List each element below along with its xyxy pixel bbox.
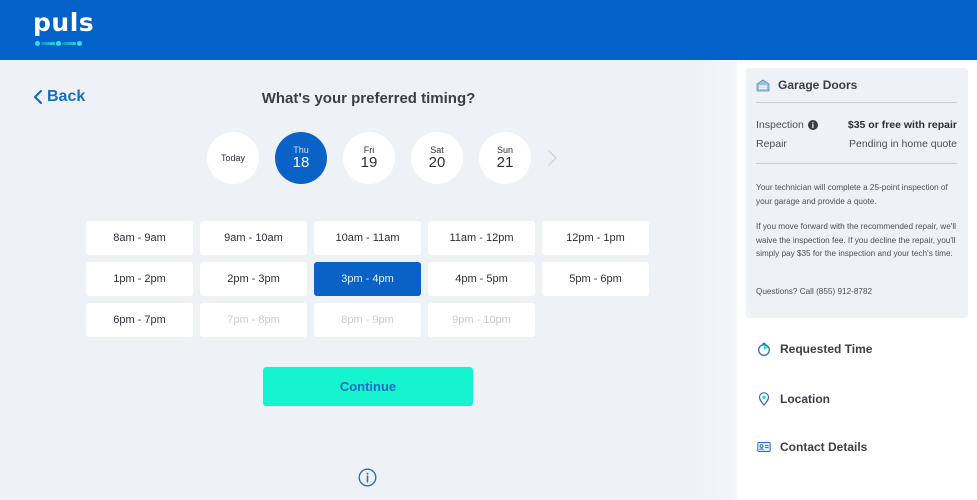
- time-slot[interactable]: 12pm - 1pm: [542, 221, 649, 255]
- time-slot[interactable]: 2pm - 3pm: [200, 262, 307, 296]
- time-slot[interactable]: 10am - 11am: [314, 221, 421, 255]
- description-paragraph: Your technician will complete a 25-point…: [756, 183, 948, 206]
- day-label: Today: [220, 153, 246, 163]
- step-requested-time[interactable]: Requested Time: [757, 342, 872, 356]
- day-sun-21[interactable]: Sun 21: [479, 132, 531, 184]
- location-pin-icon: [758, 392, 770, 406]
- logo-dots-decoration: [35, 41, 83, 46]
- step-label: Requested Time: [780, 342, 873, 356]
- booking-summary-sidebar: Garage Doors Inspection i $35 or free wi…: [737, 60, 977, 500]
- divider: [756, 102, 957, 103]
- inspection-value: $35 or free with repair: [847, 119, 957, 131]
- main-edge-fade: [690, 60, 737, 500]
- divider: [756, 163, 957, 164]
- day-fri-19[interactable]: Fri 19: [343, 132, 395, 184]
- day-sat-20[interactable]: Sat 20: [411, 132, 463, 184]
- day-today[interactable]: Today: [207, 132, 259, 184]
- time-slot[interactable]: 1pm - 2pm: [86, 262, 193, 296]
- service-title: Garage Doors: [778, 78, 858, 92]
- day-number: 18: [292, 154, 310, 171]
- time-slot-disabled: 8pm - 9pm: [314, 303, 421, 337]
- phone-contact-text: Questions? Call (855) 912-8782: [756, 287, 873, 296]
- time-slot[interactable]: 11am - 12pm: [428, 221, 535, 255]
- day-number: 20: [428, 154, 446, 171]
- time-slot[interactable]: 9am - 10am: [200, 221, 307, 255]
- repair-row: Repair Pending in home quote: [756, 138, 957, 150]
- step-label: Contact Details: [780, 440, 868, 454]
- logo[interactable]: puls: [33, 8, 94, 37]
- time-slot-selected[interactable]: 3pm - 4pm: [314, 262, 421, 296]
- day-number: 21: [496, 154, 514, 171]
- inspection-row: Inspection i $35 or free with repair: [756, 119, 957, 131]
- chevron-right-icon[interactable]: [545, 149, 559, 167]
- step-contact-details[interactable]: Contact Details: [757, 440, 867, 454]
- day-number: 19: [360, 154, 378, 171]
- time-slot-disabled: 9pm - 10pm: [428, 303, 535, 337]
- day-thu-18[interactable]: Thu 18: [275, 132, 327, 184]
- inspection-label: Inspection: [756, 119, 804, 131]
- info-circle-icon[interactable]: [358, 468, 377, 487]
- time-slot-grid: 8am - 9am 9am - 10am 10am - 11am 11am - …: [86, 221, 649, 337]
- service-header: Garage Doors: [756, 78, 857, 92]
- info-icon[interactable]: i: [807, 120, 818, 130]
- time-slot[interactable]: 5pm - 6pm: [542, 262, 649, 296]
- description-paragraph: If you move forward with the recommended…: [756, 222, 956, 258]
- time-slot[interactable]: 4pm - 5pm: [428, 262, 535, 296]
- repair-value: Pending in home quote: [849, 138, 957, 150]
- step-location[interactable]: Location: [757, 392, 830, 406]
- repair-label: Repair: [756, 138, 787, 150]
- day-picker: Today Thu 18 Fri 19 Sat 20 Sun 21: [207, 132, 531, 184]
- stopwatch-icon: [758, 342, 770, 356]
- page-title: What's your preferred timing?: [261, 90, 476, 107]
- time-slot-disabled: 7pm - 8pm: [200, 303, 307, 337]
- top-bar: puls: [0, 0, 977, 60]
- step-label: Location: [780, 392, 830, 406]
- time-slot[interactable]: 6pm - 7pm: [86, 303, 193, 337]
- service-card: Garage Doors Inspection i $35 or free wi…: [746, 68, 968, 318]
- contact-card-icon: [757, 442, 771, 452]
- garage-icon: [756, 79, 770, 91]
- continue-button[interactable]: Continue: [263, 367, 473, 406]
- time-slot[interactable]: 8am - 9am: [86, 221, 193, 255]
